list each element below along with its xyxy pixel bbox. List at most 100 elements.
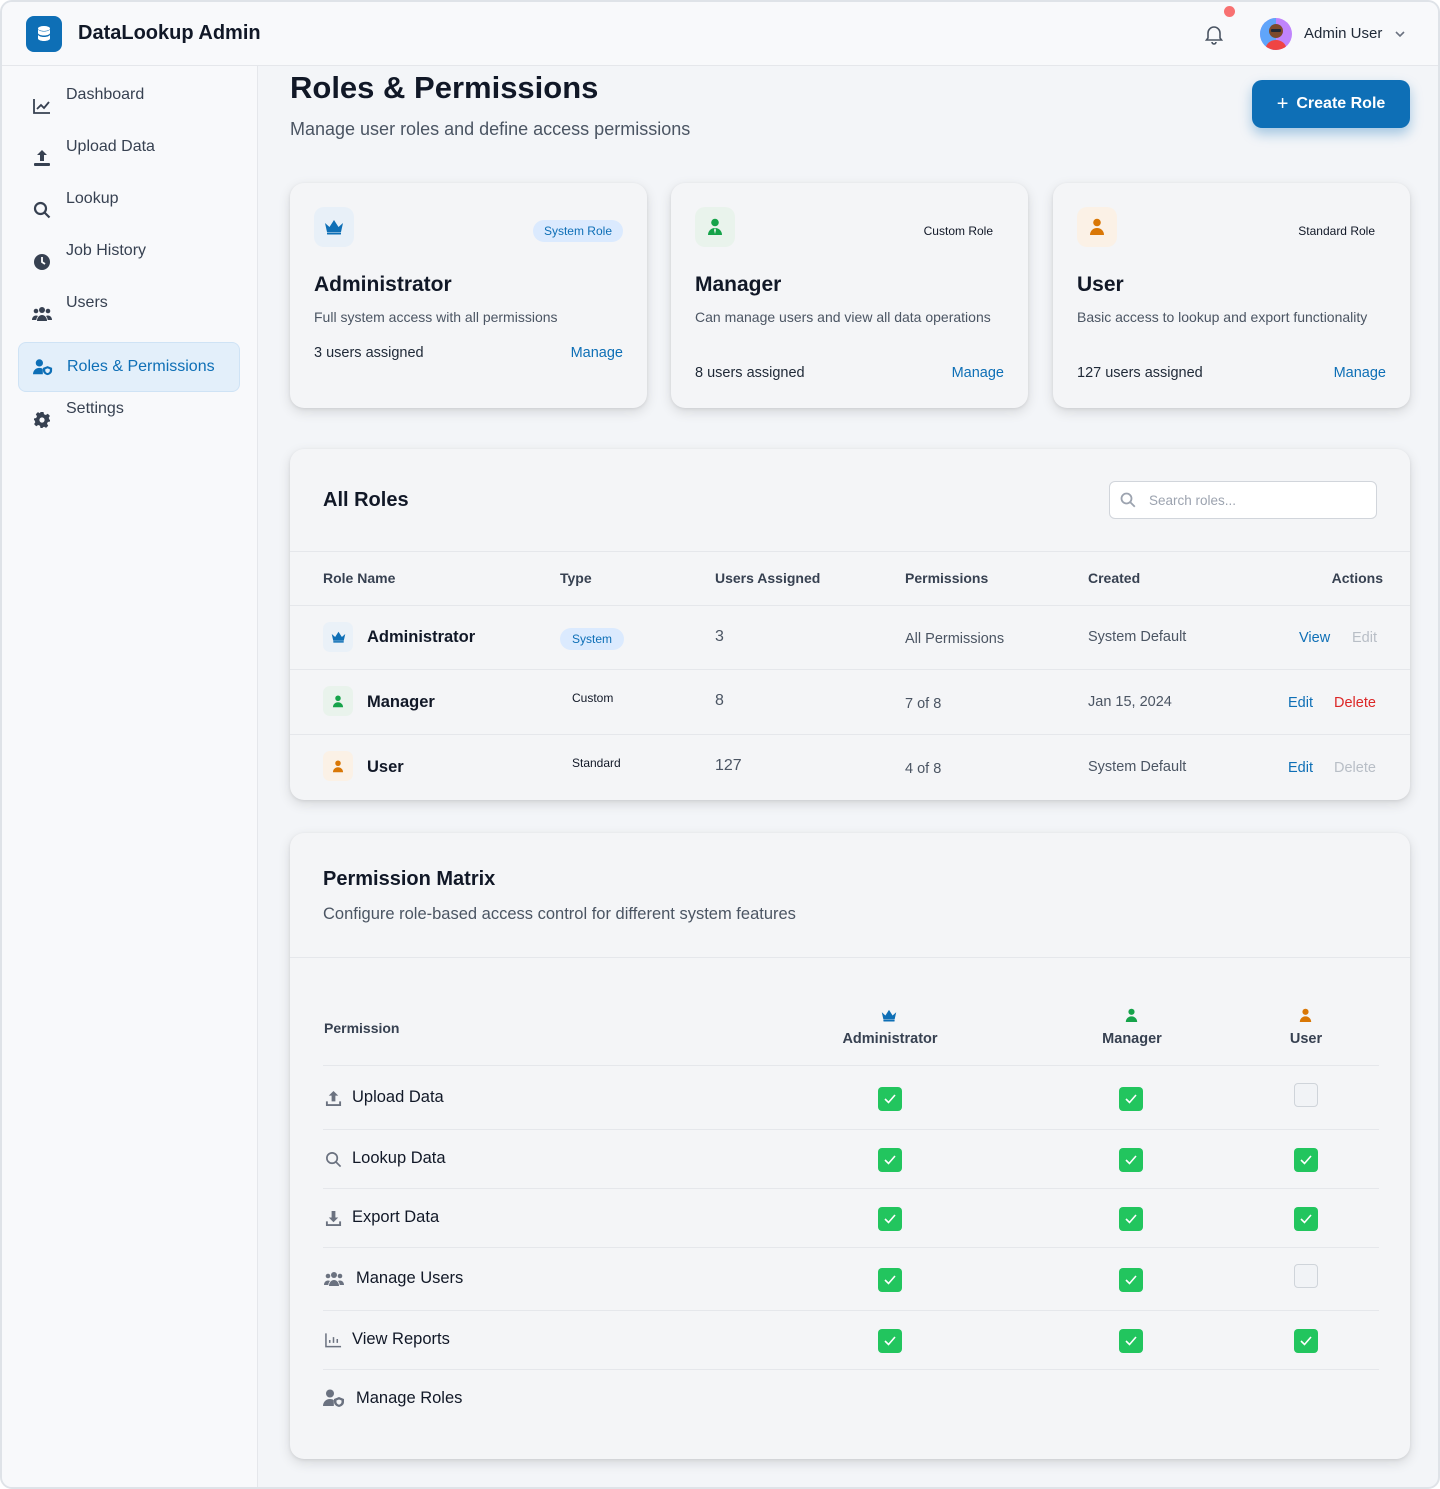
sidebar-item-upload-data[interactable]: Upload Data (18, 122, 240, 172)
upload-icon (32, 148, 52, 168)
edit-link[interactable]: Edit (1288, 760, 1313, 776)
sidebar-item-job-history[interactable]: Job History (18, 226, 240, 276)
permission-checkbox[interactable] (1119, 1087, 1143, 1111)
chevron-down-icon[interactable] (1392, 26, 1408, 42)
panel-title: All Roles (323, 489, 409, 511)
bell-icon[interactable] (1202, 22, 1226, 46)
sidebar-item-lookup[interactable]: Lookup (18, 174, 240, 224)
sidebar-item-label: Upload Data (66, 138, 155, 155)
created-date: System Default (1088, 629, 1187, 645)
role-card-description: Full system access with all permissions (314, 309, 558, 325)
role-card-manager: Custom Role Manager Can manage users and… (671, 183, 1028, 408)
users-assigned: 8 (715, 692, 724, 709)
user-name[interactable]: Admin User (1304, 25, 1382, 42)
app-title: DataLookup Admin (78, 22, 261, 44)
divider (290, 669, 1410, 670)
role-type-badge: Custom (572, 691, 614, 705)
sidebar-item-label: Settings (66, 400, 124, 417)
delete-link[interactable]: Delete (1334, 760, 1376, 776)
permission-checkbox[interactable] (878, 1087, 902, 1111)
role-column-header: User (1289, 1031, 1323, 1047)
user-shield-icon (323, 1388, 345, 1408)
role-card-users: 8 users assigned (695, 365, 805, 381)
all-roles-panel: All Roles Search roles... Role Name Type… (290, 449, 1410, 800)
role-type-badge: Standard Role (1298, 224, 1375, 238)
permission-checkbox[interactable] (1119, 1329, 1143, 1353)
sidebar-item-label: Users (66, 294, 108, 311)
column-header: Actions (1331, 570, 1383, 586)
permission-matrix-panel: Permission Matrix Configure role-based a… (290, 833, 1410, 1459)
permission-label: Upload Data (352, 1088, 444, 1106)
crown-icon (881, 1009, 897, 1027)
role-card-title: Administrator (314, 273, 452, 296)
permission-checkbox[interactable] (1294, 1207, 1318, 1231)
panel-title: Permission Matrix (323, 868, 496, 890)
permission-checkbox[interactable] (1119, 1207, 1143, 1231)
create-role-label: Create Role (1296, 95, 1386, 112)
created-date: Jan 15, 2024 (1088, 694, 1172, 710)
permission-checkbox[interactable] (1294, 1329, 1318, 1353)
divider (323, 1129, 1379, 1130)
users-assigned: 127 (715, 757, 742, 774)
role-card-title: Manager (695, 273, 782, 296)
permission-label: Manage Users (356, 1269, 464, 1287)
role-card-title: User (1077, 273, 1124, 296)
delete-link[interactable]: Delete (1334, 695, 1376, 711)
search-icon (323, 1149, 343, 1169)
sidebar: Dashboard Upload Data Lookup Job History… (2, 66, 258, 1487)
permission-checkbox[interactable] (1294, 1264, 1318, 1288)
avatar[interactable] (1260, 18, 1292, 50)
permission-label: Export Data (352, 1208, 440, 1226)
user-tie-icon (323, 686, 353, 716)
role-name: Manager (367, 693, 435, 711)
permission-checkbox[interactable] (878, 1329, 902, 1353)
created-date: System Default (1088, 759, 1187, 775)
column-header: Created (1088, 570, 1141, 586)
sidebar-item-dashboard[interactable]: Dashboard (18, 70, 240, 120)
sidebar-item-label: Job History (66, 242, 147, 259)
users-assigned: 3 (715, 628, 724, 645)
search-placeholder: Search roles... (1149, 493, 1237, 508)
permission-checkbox[interactable] (1119, 1148, 1143, 1172)
divider (290, 734, 1410, 735)
column-header: Role Name (323, 570, 396, 586)
search-input[interactable]: Search roles... (1109, 481, 1377, 519)
sidebar-item-label: Roles & Permissions (67, 358, 215, 375)
manage-link[interactable]: Manage (952, 365, 1004, 381)
database-logo-icon (26, 16, 62, 52)
role-type-badge: Custom Role (923, 224, 993, 238)
permission-checkbox[interactable] (1294, 1083, 1318, 1107)
role-type-badge: System Role (532, 220, 623, 242)
clock-icon (32, 252, 52, 272)
view-link[interactable]: View (1299, 630, 1330, 646)
permissions-summary: All Permissions (905, 631, 1005, 647)
permission-label: Manage Roles (356, 1389, 463, 1407)
permission-checkbox[interactable] (878, 1148, 902, 1172)
divider (323, 1247, 1379, 1248)
user-icon (1077, 207, 1117, 247)
gear-icon (32, 410, 52, 430)
permission-checkbox[interactable] (1294, 1148, 1318, 1172)
notification-dot (1224, 6, 1235, 17)
permission-checkbox[interactable] (878, 1207, 902, 1231)
users-icon (323, 1269, 345, 1289)
user-icon (1299, 1008, 1312, 1028)
create-role-button[interactable]: + Create Role (1252, 80, 1410, 128)
permission-checkbox[interactable] (1119, 1268, 1143, 1292)
manage-link[interactable]: Manage (1334, 365, 1386, 381)
edit-link[interactable]: Edit (1352, 630, 1377, 646)
role-name: Administrator (367, 628, 476, 646)
permission-column-header: Permission (324, 1020, 400, 1036)
role-column-header: Administrator (842, 1031, 938, 1047)
user-tie-icon (695, 207, 735, 247)
permissions-summary: 4 of 8 (905, 761, 942, 777)
role-type-badge: Standard (572, 756, 621, 770)
sidebar-item-settings[interactable]: Settings (18, 384, 240, 434)
edit-link[interactable]: Edit (1288, 695, 1313, 711)
permissions-summary: 7 of 8 (905, 696, 942, 712)
manage-link[interactable]: Manage (571, 345, 623, 361)
column-header: Type (560, 570, 592, 586)
permission-checkbox[interactable] (878, 1268, 902, 1292)
sidebar-item-users[interactable]: Users (18, 278, 240, 328)
app-window: DataLookup Admin Admin User Dashboard Up… (0, 0, 1440, 1489)
